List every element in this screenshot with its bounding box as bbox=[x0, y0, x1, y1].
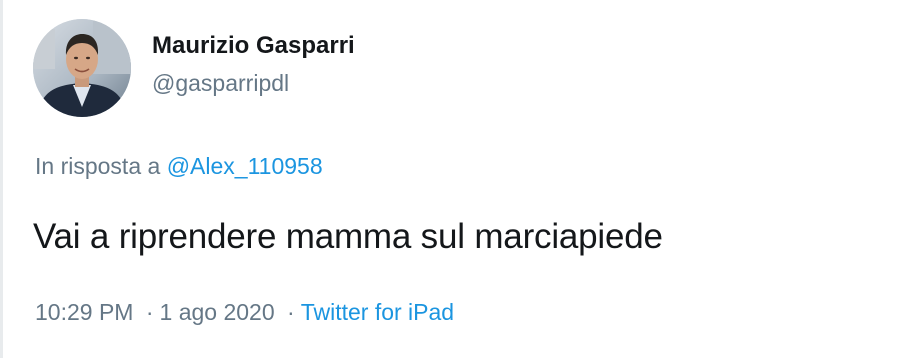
avatar[interactable] bbox=[33, 19, 131, 117]
user-info: Maurizio Gasparri @gasparripdl bbox=[152, 30, 355, 99]
tweet-card: Maurizio Gasparri @gasparripdl In rispos… bbox=[0, 0, 924, 358]
tweet-source-link[interactable]: Twitter for iPad bbox=[301, 299, 454, 325]
reply-prefix: In risposta a bbox=[35, 153, 161, 179]
tweet-text: Vai a riprendere mamma sul marciapiede bbox=[33, 217, 663, 256]
user-handle[interactable]: @gasparripdl bbox=[152, 67, 355, 99]
meta-separator: · bbox=[145, 299, 154, 325]
display-name[interactable]: Maurizio Gasparri bbox=[152, 30, 355, 62]
tweet-time[interactable]: 10:29 PM bbox=[35, 299, 133, 325]
meta-separator: · bbox=[287, 299, 295, 325]
tweet-date[interactable]: 1 ago 2020 bbox=[160, 299, 275, 325]
reply-handle-link[interactable]: @Alex_110958 bbox=[167, 153, 323, 179]
profile-photo-icon bbox=[33, 19, 131, 117]
tweet-meta: 10:29 PM · 1 ago 2020 · Twitter for iPad bbox=[35, 296, 454, 328]
reply-context: In risposta a @Alex_110958 bbox=[35, 150, 323, 182]
